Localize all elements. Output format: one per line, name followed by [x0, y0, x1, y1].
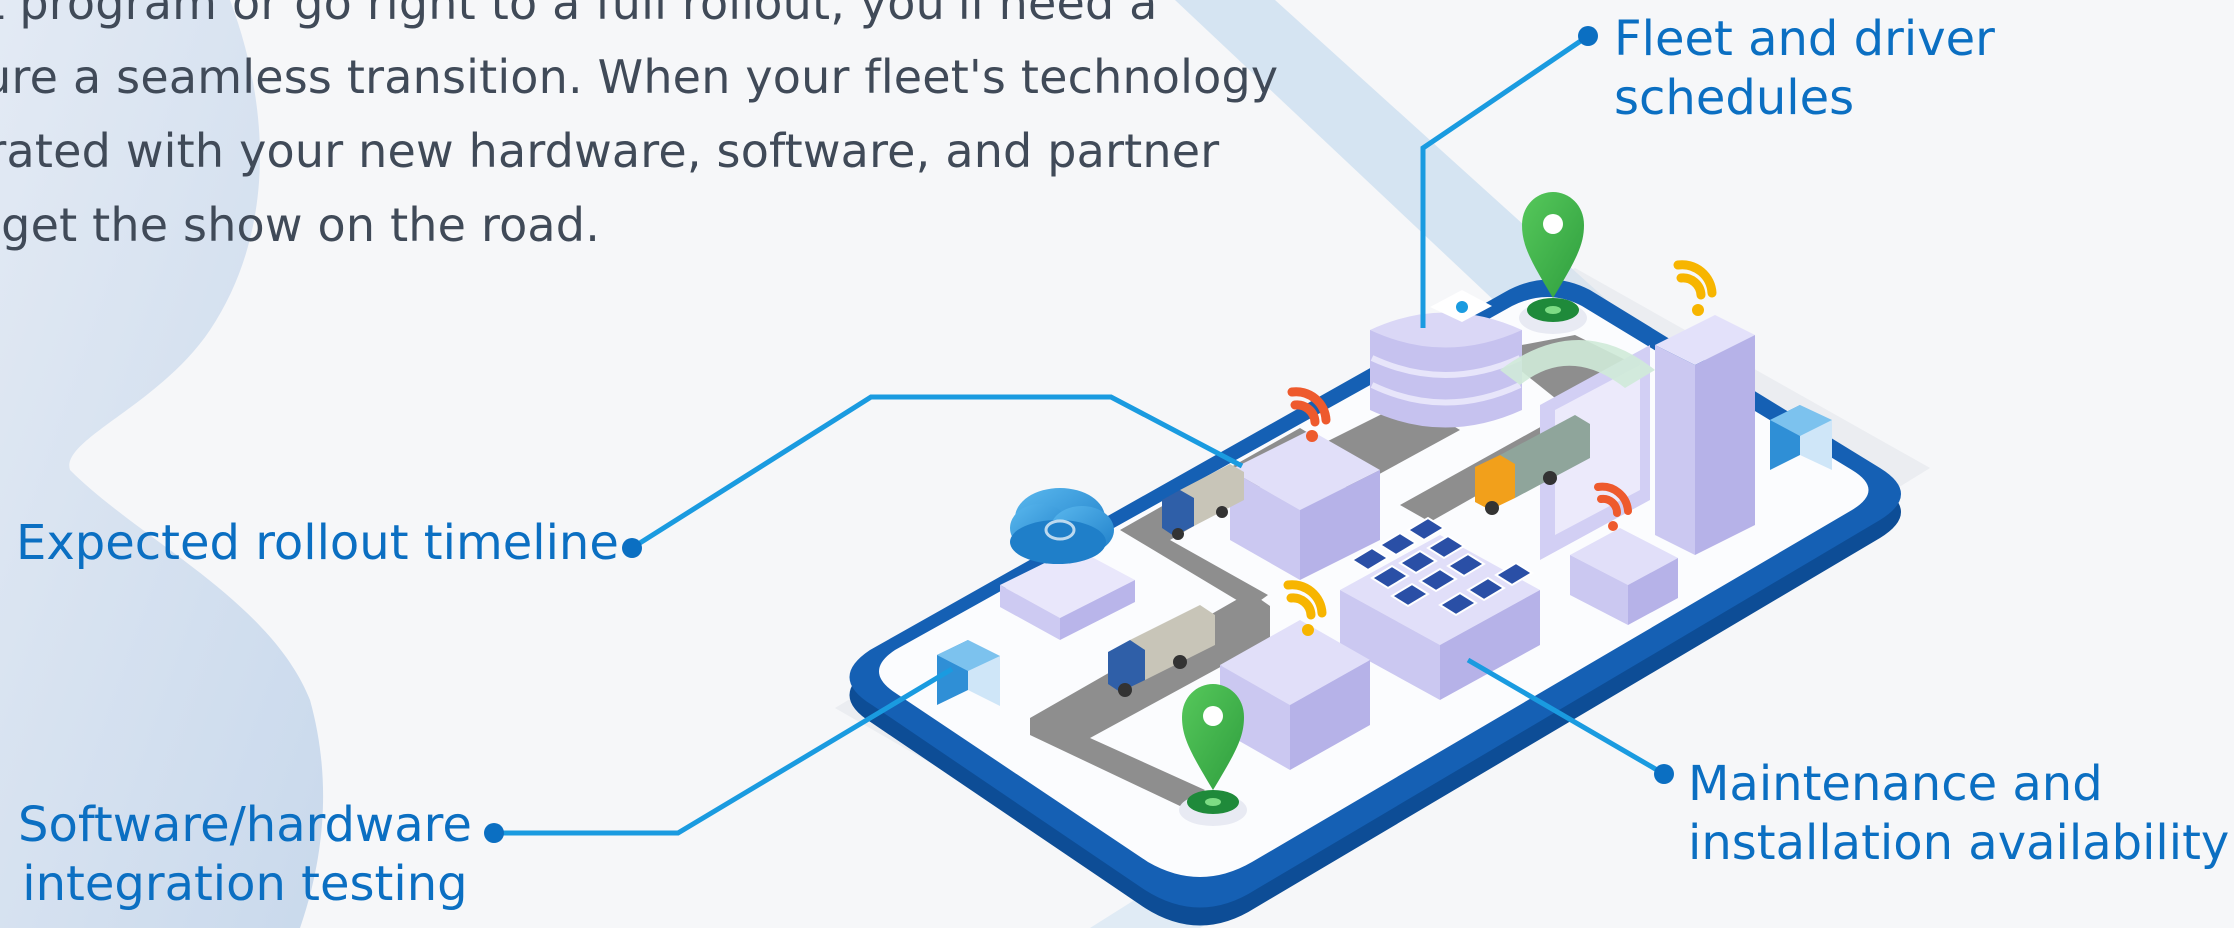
intro-line: sure a seamless transition. When your fl… [0, 50, 1279, 104]
cloud-icon [1010, 488, 1114, 564]
intro-line: grated with your new hardware, software,… [0, 124, 1220, 178]
callout-line: Maintenance and [1688, 756, 2103, 812]
intro-paragraph: ot program or go right to a full rollout… [0, 0, 1318, 262]
callout-line: Fleet and driver [1614, 11, 1995, 67]
callout-fleet-schedules: Fleet and driver schedules [1614, 10, 1995, 128]
leader-dot-maintenance [1654, 764, 1674, 784]
callout-line: schedules [1614, 70, 1855, 126]
callout-line: Software/hardware [18, 797, 472, 853]
intro-line: o get the show on the road. [0, 198, 601, 252]
leader-dot-rollout [622, 538, 642, 558]
leader-dot-fleet [1578, 26, 1598, 46]
building-tower [1655, 315, 1755, 555]
callout-line: installation availability [1688, 815, 2230, 871]
wifi-signal-icon-yellow [1673, 260, 1717, 316]
callout-line: Expected rollout timeline [16, 515, 619, 571]
callout-integration-testing: Software/hardware integration testing [18, 796, 472, 914]
callout-line: integration testing [22, 856, 468, 912]
callout-maintenance-availability: Maintenance and installation availabilit… [1688, 755, 2229, 873]
leader-dot-software [484, 823, 504, 843]
callout-rollout-timeline: Expected rollout timeline [16, 514, 619, 573]
intro-line: ot program or go right to a full rollout… [0, 0, 1158, 30]
